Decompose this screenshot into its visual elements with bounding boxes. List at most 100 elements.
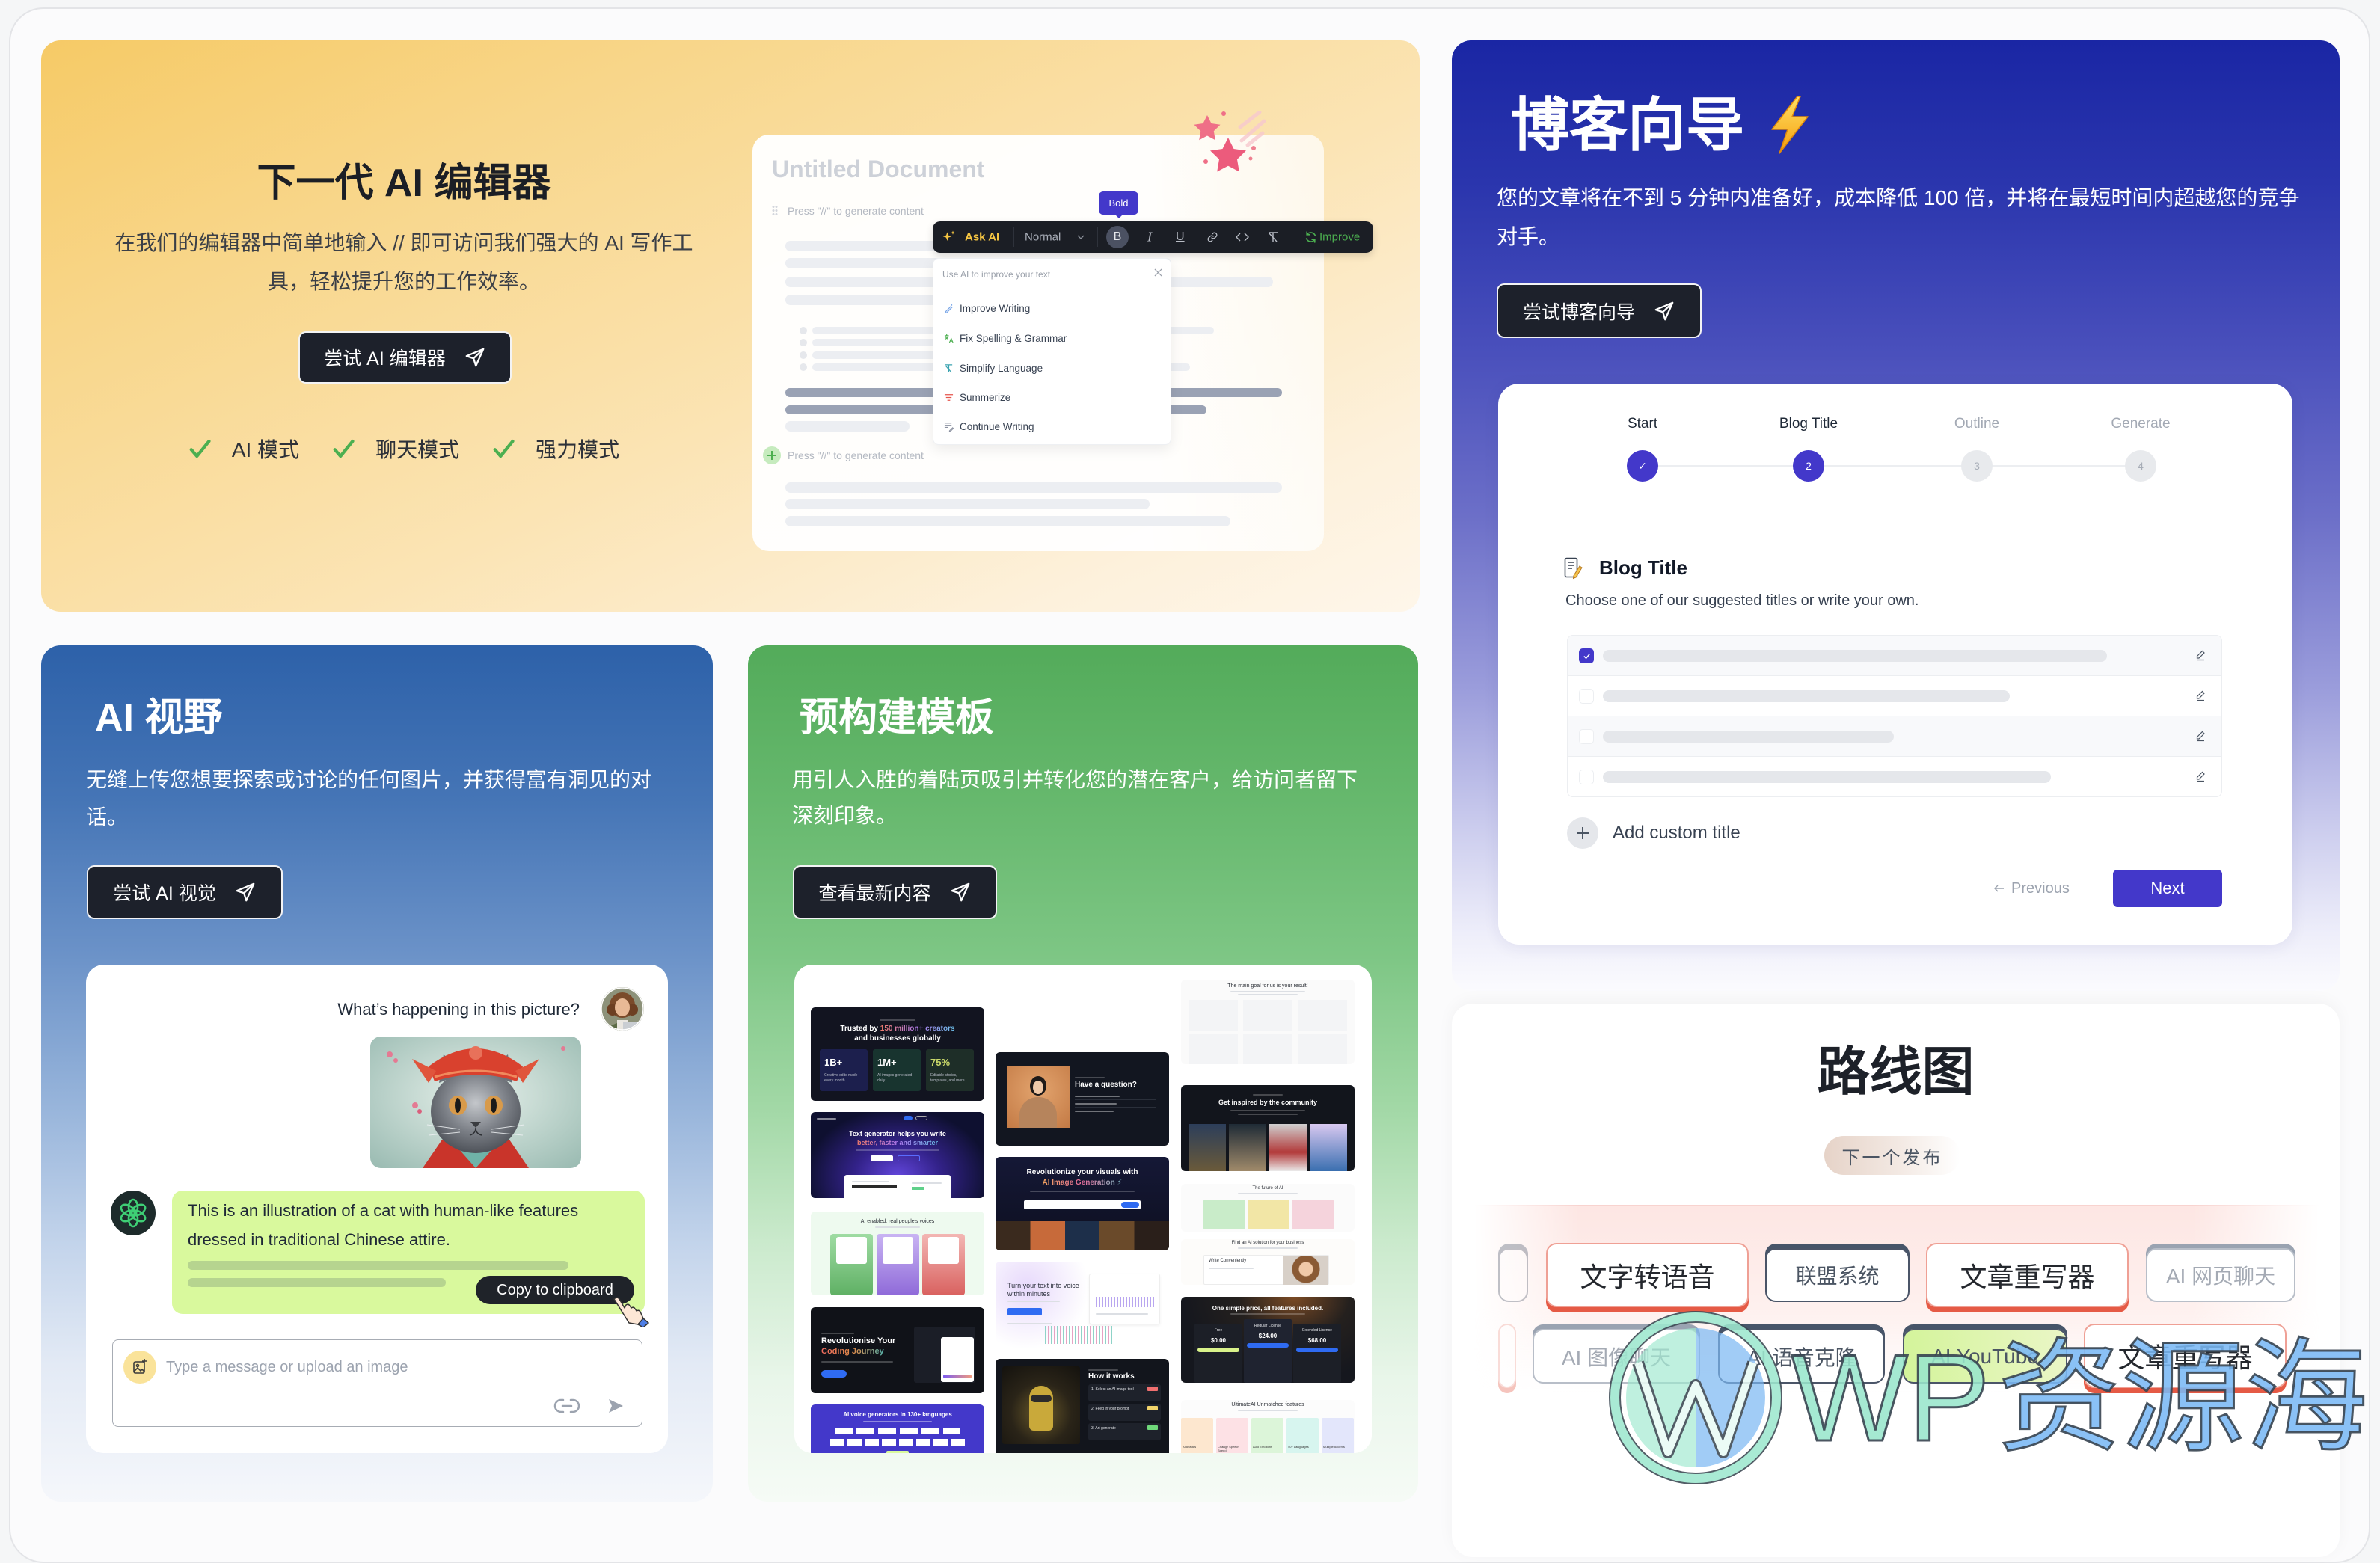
text-style-select[interactable]: Normal xyxy=(1025,231,1061,244)
template-preview-main-goal[interactable]: The main goal for us is your result! xyxy=(1181,980,1355,1064)
preview-highlight: 150 million+ creators xyxy=(880,1025,955,1033)
stat-value: 75% xyxy=(930,1057,951,1068)
step-marker-blog-title[interactable]: 2 xyxy=(1793,450,1824,482)
step-marker-outline[interactable]: 3 xyxy=(1961,450,1993,482)
drag-handle-icon[interactable] xyxy=(772,205,778,217)
link-icon[interactable] xyxy=(553,1397,581,1415)
title-option[interactable] xyxy=(1568,636,2221,676)
uploaded-cat-image[interactable] xyxy=(370,1037,581,1168)
template-preview-faq[interactable]: Have a question? xyxy=(996,1052,1169,1146)
hand-pointer-icon xyxy=(610,1296,649,1327)
continue-writing-icon xyxy=(944,422,954,432)
paragraph-line xyxy=(821,1361,893,1363)
title-option-checkbox[interactable] xyxy=(1579,648,1594,663)
menu-item-fix-spelling[interactable]: Fix Spelling & Grammar xyxy=(933,327,1171,349)
try-blog-wizard-button[interactable]: 尝试博客向导 xyxy=(1497,283,1702,338)
send-icon[interactable] xyxy=(607,1397,625,1415)
template-preview-how-it-works[interactable]: How it works 1. Select an AI image tool … xyxy=(996,1359,1169,1453)
check-icon xyxy=(332,437,355,460)
template-preview-text-generator[interactable]: Text generator helps you write better, f… xyxy=(811,1112,984,1198)
title-option-checkbox[interactable] xyxy=(1579,689,1594,704)
pencil-icon[interactable] xyxy=(2195,730,2206,742)
title-option[interactable] xyxy=(1568,676,2221,716)
title-option-placeholder xyxy=(1603,650,2107,662)
bullet-dot xyxy=(800,327,807,334)
roadmap-item: 文字转语音 xyxy=(1546,1243,1749,1307)
add-custom-title-label: Add custom title xyxy=(1613,823,1740,843)
next-button[interactable]: Next xyxy=(2113,870,2222,907)
template-preview-future[interactable]: The future of AI xyxy=(1181,1184,1355,1232)
menu-item-summarize[interactable]: Summerize xyxy=(933,386,1171,408)
menu-item-continue-writing[interactable]: Continue Writing xyxy=(933,415,1171,437)
preview-heading: Turn your text into voice within minutes xyxy=(1007,1282,1079,1298)
stars-decoration-icon xyxy=(1188,111,1267,185)
template-preview-coding[interactable]: Revolutionise Your Coding Journey xyxy=(811,1307,984,1393)
generated-images-strip xyxy=(996,1221,1169,1250)
pencil-icon[interactable] xyxy=(2195,649,2206,661)
pencil-icon[interactable] xyxy=(2195,770,2206,782)
step-card: 3. Art generate xyxy=(1088,1423,1161,1440)
text-placeholder-line xyxy=(785,516,1230,526)
paragraph-line xyxy=(1238,994,1298,995)
try-ai-editor-button[interactable]: 尝试 AI 编辑器 xyxy=(298,331,512,384)
document-title[interactable]: Untitled Document xyxy=(772,154,984,184)
preview-heading: How it works xyxy=(1088,1372,1135,1381)
step-marker-generate[interactable]: 4 xyxy=(2125,450,2156,482)
clear-formatting-icon[interactable] xyxy=(1267,231,1279,243)
title-option-checkbox[interactable] xyxy=(1579,770,1594,784)
editor-modes-list: AI 模式 聊天模式 强力模式 xyxy=(41,434,767,464)
menu-item-improve-writing[interactable]: Improve Writing xyxy=(933,297,1171,319)
feature-grid xyxy=(1189,1000,1347,1064)
link-icon[interactable] xyxy=(1206,231,1218,243)
add-block-icon[interactable] xyxy=(763,446,781,464)
template-preview-trusted[interactable]: Trusted by 150 million+ creators and bus… xyxy=(811,1007,984,1101)
add-custom-title-button[interactable]: Add custom title xyxy=(1567,817,1740,849)
plan-name: Free xyxy=(1214,1328,1223,1333)
title-option[interactable] xyxy=(1568,716,2221,757)
step-marker-start[interactable]: ✓ xyxy=(1627,450,1658,482)
prebuilt-templates-card: 预构建模板 用引人入胜的着陆页吸引并转化您的潜在客户，给访问者留下深刻印象。 查… xyxy=(748,645,1418,1502)
check-icon xyxy=(188,437,211,460)
template-preview-image-generation[interactable]: Revolutionize your visuals with AI Image… xyxy=(996,1157,1169,1250)
try-ai-vision-button[interactable]: 尝试 AI 视觉 xyxy=(87,865,283,919)
template-preview-text-to-voice[interactable]: Turn your text into voice within minutes xyxy=(996,1262,1169,1348)
stat-value: 1B+ xyxy=(824,1057,843,1068)
template-preview-solution[interactable]: Find an AI solution for your business Wr… xyxy=(1181,1239,1355,1285)
roadmap-item-partial xyxy=(1498,1248,1528,1302)
ask-ai-button[interactable]: Ask AI xyxy=(965,231,999,244)
bold-button[interactable]: B xyxy=(1106,226,1129,248)
roadmap-item: 文章重写器 xyxy=(2084,1324,2287,1388)
step-card: 2. Feed in your prompt xyxy=(1088,1404,1161,1421)
plus-circle-icon xyxy=(1567,817,1598,849)
paragraph-line xyxy=(856,1149,939,1151)
chat-message-input[interactable] xyxy=(166,1358,540,1376)
simplify-icon xyxy=(944,363,954,373)
title-option-checkbox[interactable] xyxy=(1579,729,1594,744)
chat-message-box xyxy=(112,1339,642,1427)
image-upload-icon[interactable] xyxy=(123,1351,156,1384)
template-preview-languages[interactable]: AI voice generators in 130+ languages xyxy=(811,1404,984,1453)
title-option[interactable] xyxy=(1568,757,2221,796)
template-preview-features[interactable]: UltimateAI Unmatched features AI Avatars… xyxy=(1181,1400,1355,1453)
underline-button[interactable]: U xyxy=(1176,230,1185,244)
view-latest-button[interactable]: 查看最新内容 xyxy=(793,865,997,919)
previous-button[interactable]: Previous xyxy=(1993,879,2070,898)
paragraph-line xyxy=(1230,1110,1305,1111)
template-preview-voices[interactable]: AI enabled, real people's voices xyxy=(811,1212,984,1295)
bullet-dot xyxy=(800,339,807,346)
code-icon[interactable] xyxy=(1236,231,1249,243)
language-chip-row xyxy=(830,1439,965,1446)
chevron-down-icon[interactable] xyxy=(1076,233,1085,242)
improve-button[interactable]: Improve xyxy=(1319,231,1360,244)
menu-item-label: Continue Writing xyxy=(960,420,1034,432)
template-preview-community[interactable]: Get inspired by the community xyxy=(1181,1085,1355,1171)
close-icon[interactable] xyxy=(1154,268,1162,277)
menu-item-simplify-language[interactable]: Simplify Language xyxy=(933,357,1171,379)
eyebrow-line xyxy=(821,1333,854,1334)
user-avatar xyxy=(601,987,644,1031)
template-preview-pricing[interactable]: One simple price, all features included.… xyxy=(1181,1297,1355,1383)
waveform xyxy=(1045,1326,1112,1344)
italic-button[interactable]: I xyxy=(1147,230,1152,245)
pencil-icon[interactable] xyxy=(2195,690,2206,701)
eyebrow-line xyxy=(1253,1094,1283,1096)
